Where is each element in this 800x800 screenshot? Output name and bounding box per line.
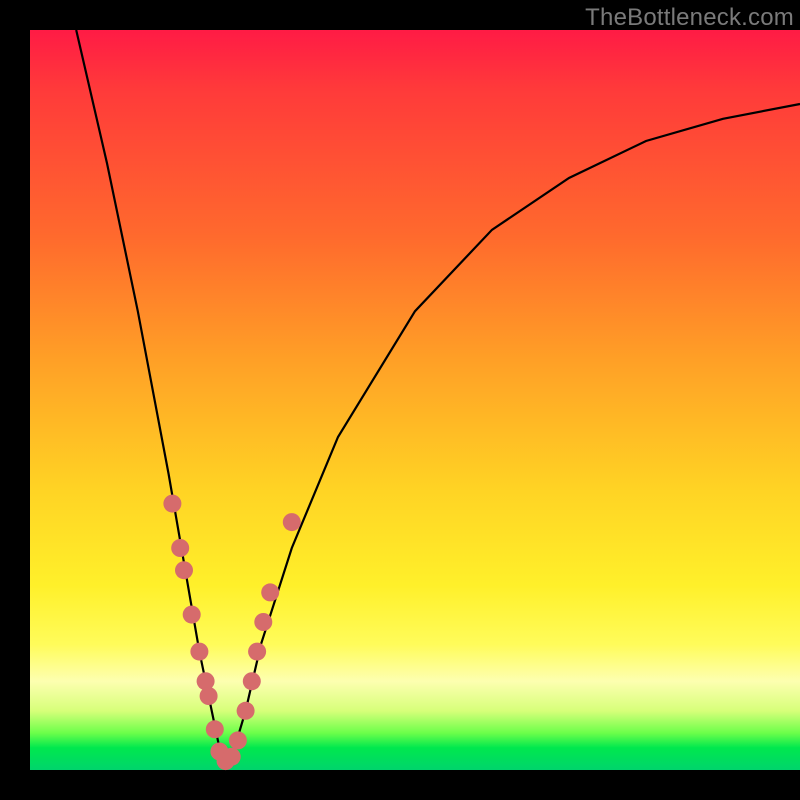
bottleneck-curve-svg xyxy=(30,30,800,770)
highlight-dot xyxy=(200,687,218,705)
highlight-dot xyxy=(175,561,193,579)
highlight-dot xyxy=(171,539,189,557)
highlight-dot xyxy=(197,672,215,690)
chart-frame: TheBottleneck.com xyxy=(0,0,800,800)
highlight-dot xyxy=(206,720,224,738)
highlight-dot xyxy=(229,731,247,749)
bottleneck-curve xyxy=(76,30,800,763)
watermark-text: TheBottleneck.com xyxy=(585,4,794,32)
highlight-dot xyxy=(163,495,181,513)
highlight-dot xyxy=(190,643,208,661)
highlight-dot xyxy=(254,613,272,631)
highlight-dot xyxy=(223,748,241,766)
highlight-dot xyxy=(183,606,201,624)
highlight-dot xyxy=(261,583,279,601)
plot-area xyxy=(30,30,800,770)
highlight-dot xyxy=(283,513,301,531)
highlight-dot xyxy=(243,672,261,690)
highlight-dot xyxy=(248,643,266,661)
highlighted-points-group xyxy=(163,495,300,770)
highlight-dot xyxy=(237,702,255,720)
